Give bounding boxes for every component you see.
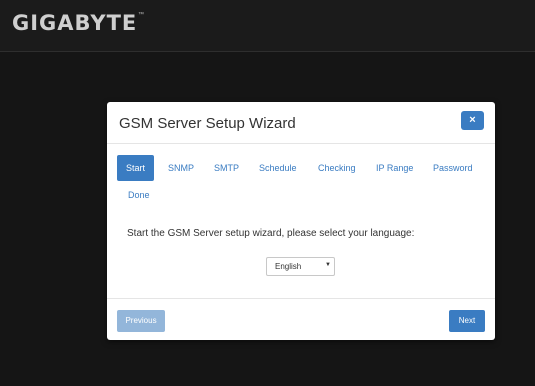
trademark-symbol: ™ [138,12,144,18]
gigabyte-logo: GIGABYTE [12,11,138,35]
dialog-title: GSM Server Setup Wizard [119,115,296,132]
next-button[interactable]: Next [449,310,485,332]
tab-smtp[interactable]: SMTP [214,155,239,181]
language-select[interactable]: English ▼ [266,257,335,276]
dialog-header: GSM Server Setup Wizard × [107,102,495,144]
previous-button[interactable]: Previous [117,310,165,332]
language-select-value: English [275,262,302,271]
dialog-footer: Previous Next [107,298,495,340]
tab-schedule[interactable]: Schedule [259,155,297,181]
tab-ip-range[interactable]: IP Range [376,155,413,181]
setup-wizard-dialog: GSM Server Setup Wizard × Start SNMP SMT… [107,102,495,340]
close-button[interactable]: × [461,111,484,130]
tab-done[interactable]: Done [128,182,150,208]
wizard-prompt: Start the GSM Server setup wizard, pleas… [127,228,415,239]
caret-down-icon: ▼ [325,262,331,268]
tab-checking[interactable]: Checking [318,155,356,181]
top-bar: GIGABYTE ™ [0,0,535,52]
tab-start[interactable]: Start [117,155,155,181]
tab-password[interactable]: Password [433,155,473,181]
tab-snmp[interactable]: SNMP [168,155,194,181]
